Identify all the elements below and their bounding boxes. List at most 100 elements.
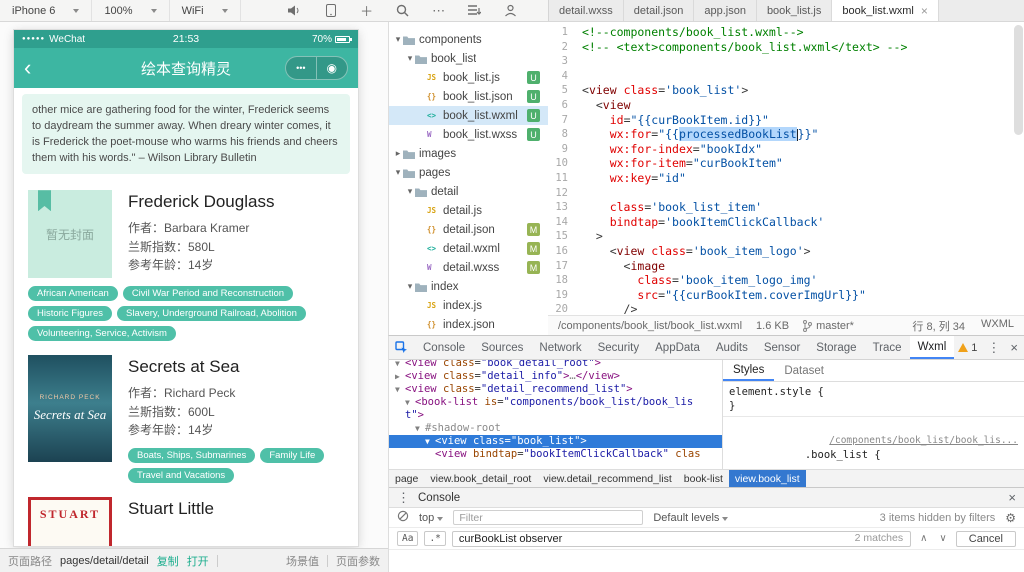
tag-pill[interactable]: Historic Figures <box>28 306 112 322</box>
tree-file-index.js[interactable]: JS index.js <box>389 296 548 315</box>
editor-tab-book_list.wxml[interactable]: book_list.wxml × <box>832 0 939 21</box>
clear-console-icon[interactable] <box>397 510 409 525</box>
devtools-tab-storage[interactable]: Storage <box>808 336 864 359</box>
console-search-input[interactable] <box>451 530 912 547</box>
editor-tab-detail.json[interactable]: detail.json <box>624 0 695 21</box>
tree-file-detail.wxss[interactable]: Wdetail.wxss M <box>389 258 548 277</box>
tag-pill[interactable]: Slavery, Underground Railroad, Abolition <box>117 306 306 322</box>
console-filter-input[interactable] <box>453 510 644 525</box>
wxml-node[interactable]: ▼ <view class="book_detail_root"> <box>389 360 722 370</box>
inspect-element-icon[interactable] <box>395 341 413 354</box>
console-drawer-title[interactable]: Console <box>418 492 460 504</box>
css-source-link[interactable]: /components/book_list/book_lis... <box>829 434 1018 448</box>
tag-pill[interactable]: Volunteering, Service, Activism <box>28 326 176 342</box>
devtools-tab-sensor[interactable]: Sensor <box>756 336 808 359</box>
code-area[interactable]: 1 <!--components/book_list.wxml--> 2 <!-- <… <box>548 22 1024 315</box>
book-item[interactable]: RICHARD PECK Secrets at Sea Secrets at Sea… <box>14 355 358 483</box>
breadcrumb-item[interactable]: view.book_list <box>728 470 806 487</box>
devtools-tab-security[interactable]: Security <box>590 336 648 359</box>
regex-toggle[interactable]: .* <box>424 531 446 546</box>
log-level-selector[interactable]: Default levels <box>653 512 729 524</box>
editor-tab-app.json[interactable]: app.json <box>694 0 757 21</box>
devtools-menu-icon[interactable]: ⋮ <box>987 340 1000 356</box>
wxml-node[interactable]: ▼ <view class="book_list"> <box>389 435 722 448</box>
match-case-toggle[interactable]: Aa <box>397 531 419 546</box>
editor-tab-detail.wxss[interactable]: detail.wxss <box>549 0 624 21</box>
search-icon[interactable] <box>395 3 411 19</box>
console-settings-icon[interactable]: ⚙ <box>1005 511 1016 525</box>
devtools-tab-console[interactable]: Console <box>415 336 473 359</box>
tree-file-book_list.wxss[interactable]: Wbook_list.wxss U <box>389 125 548 144</box>
cancel-search-button[interactable]: Cancel <box>955 530 1016 547</box>
git-branch[interactable]: master* <box>803 319 854 332</box>
add-icon[interactable]: ＋ <box>359 3 375 19</box>
styles-tab-dataset[interactable]: Dataset <box>774 360 834 381</box>
network-selector[interactable]: WiFi <box>170 0 241 21</box>
language-mode-label[interactable]: WXML <box>981 318 1014 334</box>
profile-icon[interactable] <box>503 3 519 19</box>
tree-folder-index[interactable]: ▾ index <box>389 277 548 296</box>
wxml-node[interactable]: ▼ <book-list is="components/book_list/boo… <box>389 396 722 409</box>
tree-file-detail.json[interactable]: {} detail.json M <box>389 220 548 239</box>
compile-mode-icon[interactable] <box>467 3 483 19</box>
styles-tab-styles[interactable]: Styles <box>723 360 775 381</box>
tree-file-index.json[interactable]: {} index.json <box>389 315 548 334</box>
cursor-position-label[interactable]: 行 8, 列 34 <box>912 318 965 334</box>
previous-match-icon[interactable]: ∧ <box>917 533 930 544</box>
copy-path-link[interactable]: 复制 <box>157 553 179 569</box>
mute-icon[interactable] <box>287 3 303 19</box>
tree-folder-book_list[interactable]: ▾ book_list <box>389 49 548 68</box>
drawer-close-icon[interactable]: × <box>1008 490 1016 505</box>
page-params-tab[interactable]: 页面参数 <box>336 553 380 569</box>
wxml-node[interactable]: <view bindtap="bookItemClickCallback" cl… <box>389 448 722 461</box>
devtools-tab-trace[interactable]: Trace <box>865 336 910 359</box>
more-icon[interactable]: ⋯ <box>431 3 447 19</box>
tree-file-detail.js[interactable]: JS detail.js <box>389 201 548 220</box>
devtools-tab-network[interactable]: Network <box>531 336 589 359</box>
warning-indicator[interactable]: 1 <box>958 342 977 354</box>
wxml-node[interactable]: ▶ <view class="detail_info">…</view> <box>389 370 722 383</box>
tag-pill[interactable]: African American <box>28 286 118 302</box>
tree-file-book_list.json[interactable]: {} book_list.json U <box>389 87 548 106</box>
tag-pill[interactable]: Family Life <box>260 447 325 463</box>
capsule-close-icon[interactable]: ◉ <box>315 57 347 79</box>
tree-folder-images[interactable]: ▸ images <box>389 144 548 163</box>
tree-file-book_list.wxml[interactable]: <> book_list.wxml U <box>389 106 548 125</box>
tag-pill[interactable]: Boats, Ships, Submarines <box>128 447 256 463</box>
css-rule-header[interactable]: /components/book_list/book_lis... .book_… <box>729 420 1018 469</box>
next-match-icon[interactable]: ∨ <box>936 533 949 544</box>
scene-tab[interactable]: 场景值 <box>286 553 319 569</box>
device-preview-icon[interactable] <box>323 3 339 19</box>
zoom-selector[interactable]: 100% <box>92 0 170 21</box>
tree-file-detail.wxml[interactable]: <> detail.wxml M <box>389 239 548 258</box>
drawer-menu-icon[interactable]: ⋮ <box>397 490 410 506</box>
editor-tab-book_list.js[interactable]: book_list.js <box>757 0 833 21</box>
breadcrumb-item[interactable]: view.book_detail_root <box>424 470 537 487</box>
close-tab-icon[interactable]: × <box>921 4 928 18</box>
capsule-more-icon[interactable]: ••• <box>286 57 315 79</box>
book-item[interactable]: STUART Stuart Little <box>14 496 358 546</box>
breadcrumb-item[interactable]: view.detail_recommend_list <box>537 470 677 487</box>
tree-folder-detail[interactable]: ▾ detail <box>389 182 548 201</box>
tree-folder-components[interactable]: ▾ components <box>389 30 548 49</box>
wxml-node[interactable]: ▼ #shadow-root <box>389 422 722 435</box>
devtools-tab-sources[interactable]: Sources <box>473 336 531 359</box>
breadcrumb-item[interactable]: book-list <box>678 470 729 487</box>
tree-file-book_list.js[interactable]: JS book_list.js U <box>389 68 548 87</box>
wxml-node[interactable]: t"> <box>389 409 722 422</box>
devtools-tab-appdata[interactable]: AppData <box>647 336 708 359</box>
open-path-link[interactable]: 打开 <box>187 553 209 569</box>
context-selector[interactable]: top <box>419 512 444 524</box>
devtools-tab-audits[interactable]: Audits <box>708 336 756 359</box>
tree-folder-pages[interactable]: ▾ pages <box>389 163 548 182</box>
devtools-tab-wxml[interactable]: Wxml <box>909 336 955 359</box>
device-selector[interactable]: iPhone 6 <box>0 0 93 21</box>
back-chevron-icon[interactable]: ‹ <box>24 57 31 79</box>
book-item[interactable]: 暂无封面 Frederick Douglass 作者：Barbara Kramer 兰… <box>14 190 358 342</box>
devtools-close-icon[interactable]: × <box>1010 340 1018 355</box>
tag-pill[interactable]: Civil War Period and Reconstruction <box>122 286 294 302</box>
wxml-node[interactable]: ▼ <view class="detail_recommend_list"> <box>389 383 722 396</box>
element-style-rule[interactable]: element.style { <box>729 385 1018 399</box>
breadcrumb-item[interactable]: page <box>389 470 424 487</box>
scrollbar-thumb[interactable] <box>1014 25 1023 135</box>
